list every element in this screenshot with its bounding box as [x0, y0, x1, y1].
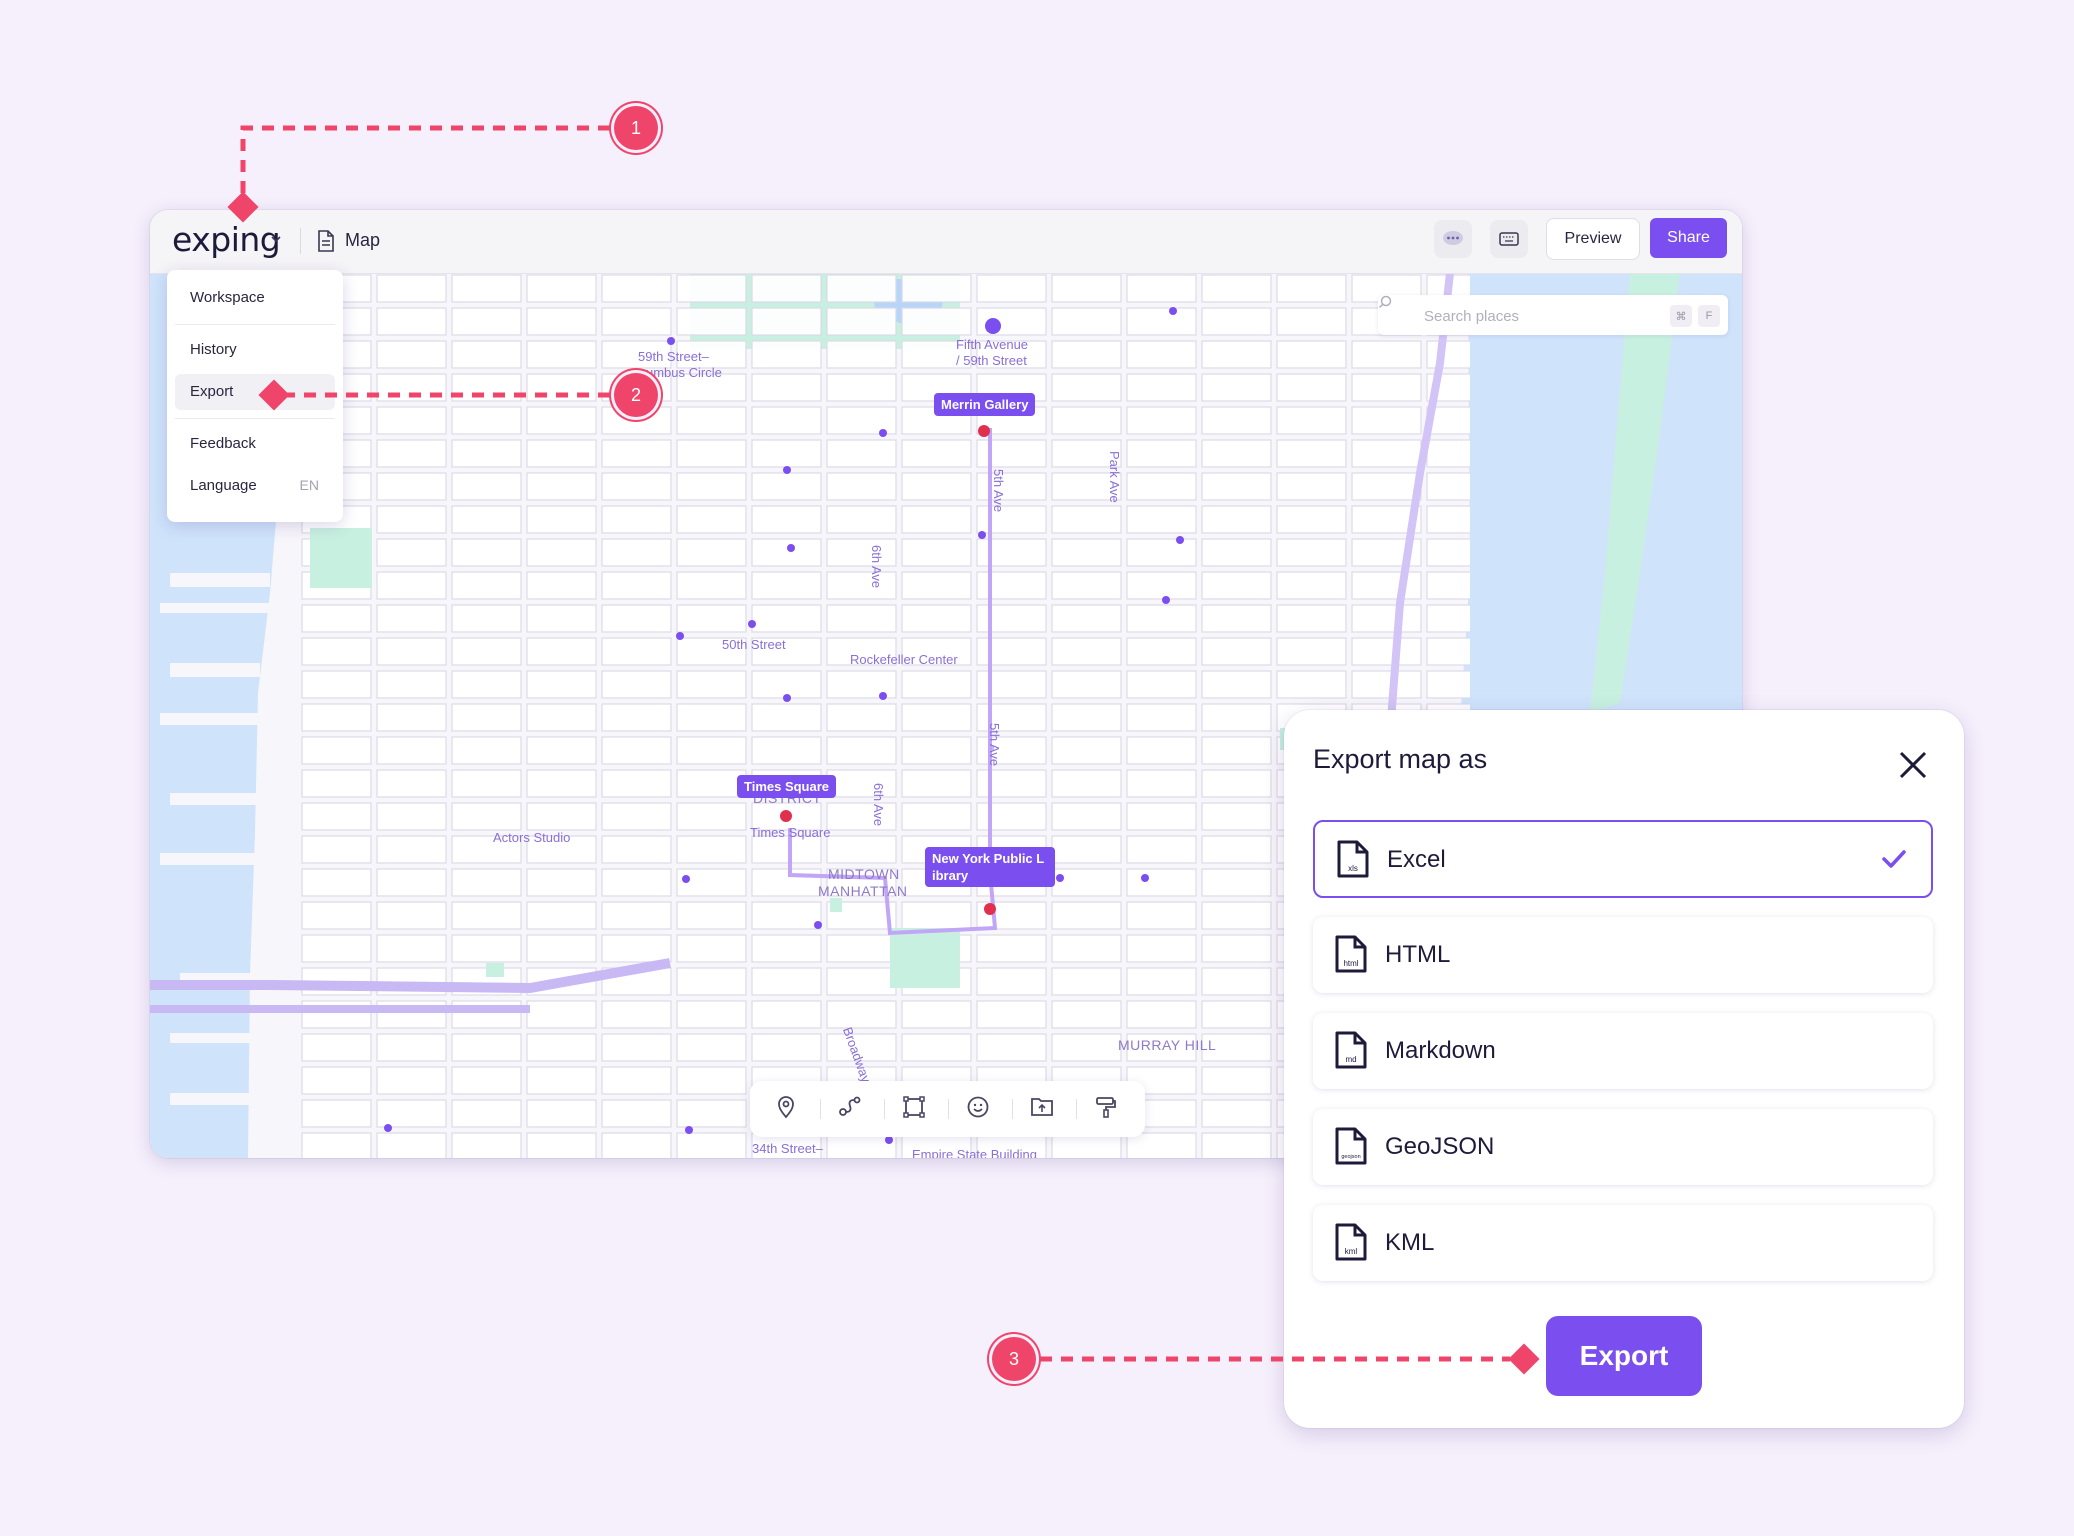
annotation-overlay — [227, 125, 1540, 1375]
step-badge-2: 2 — [614, 373, 658, 417]
step-badge-1: 1 — [614, 106, 658, 150]
step-badge-3: 3 — [992, 1337, 1036, 1381]
